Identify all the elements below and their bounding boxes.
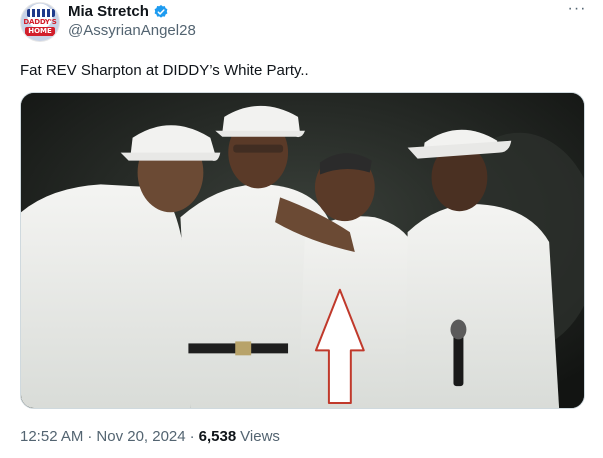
more-options-button[interactable]: ··· <box>566 1 588 22</box>
tweet: DADDY'S HOME Mia Stretch @AssyrianAngel2… <box>0 0 603 458</box>
tweet-media-photo[interactable] <box>20 92 585 409</box>
tweet-meta: 12:52 AM · Nov 20, 2024 · 6,538 Views <box>20 428 280 445</box>
verified-badge-icon <box>154 4 168 18</box>
meta-separator: · <box>189 428 195 445</box>
photo-illustration <box>21 93 584 408</box>
author-handle[interactable]: @AssyrianAngel28 <box>68 22 196 39</box>
tweet-text: Fat REV Sharpton at DIDDY’s White Party.… <box>20 62 309 79</box>
views-count: 6,538 <box>198 428 237 445</box>
author-display-name[interactable]: Mia Stretch <box>68 3 149 20</box>
tweet-date[interactable]: Nov 20, 2024 <box>96 428 185 445</box>
avatar[interactable]: DADDY'S HOME <box>20 2 60 42</box>
avatar-brand-text: DADDY'S <box>23 18 57 26</box>
author-name-row: Mia Stretch <box>68 3 169 20</box>
avatar-flag-icon <box>27 9 55 17</box>
avatar-brand-bottom: HOME <box>25 27 55 36</box>
views-label: Views <box>240 428 280 445</box>
tweet-time[interactable]: 12:52 AM <box>20 428 83 445</box>
meta-separator: · <box>87 428 93 445</box>
